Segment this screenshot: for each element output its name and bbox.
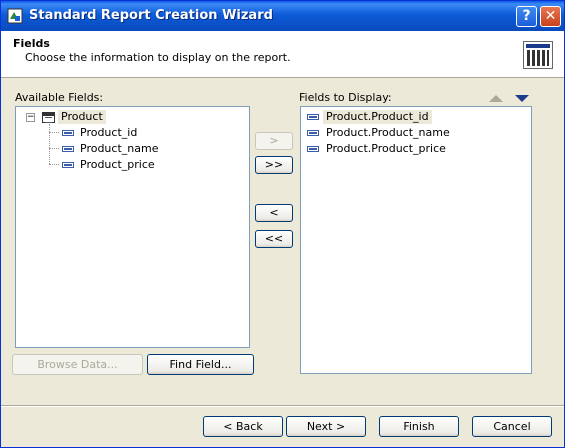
remove-field-button[interactable]: < bbox=[255, 204, 293, 222]
cancel-button[interactable]: Cancel bbox=[472, 416, 552, 437]
add-field-button[interactable]: > bbox=[255, 132, 293, 150]
window-title: Standard Report Creation Wizard bbox=[29, 8, 273, 23]
field-icon bbox=[307, 114, 319, 120]
move-down-icon[interactable] bbox=[515, 95, 529, 102]
title-bar[interactable]: Standard Report Creation Wizard ? ✕ bbox=[1, 1, 564, 31]
remove-all-fields-button[interactable]: << bbox=[255, 230, 293, 248]
add-all-fields-button[interactable]: >> bbox=[255, 156, 293, 174]
field-icon bbox=[307, 130, 319, 136]
next-button[interactable]: Next > bbox=[286, 416, 366, 437]
footer-divider bbox=[1, 405, 564, 407]
display-item-product-price[interactable]: Product.Product_price bbox=[326, 142, 446, 156]
field-item-product-name[interactable]: Product_name bbox=[80, 142, 158, 156]
finish-button[interactable]: Finish bbox=[379, 416, 459, 437]
field-item-product-id[interactable]: Product_id bbox=[80, 126, 137, 140]
report-app-icon bbox=[7, 8, 23, 24]
wizard-window: Standard Report Creation Wizard ? ✕ Fiel… bbox=[0, 0, 565, 448]
display-item-product-name[interactable]: Product.Product_name bbox=[326, 126, 450, 140]
fields-to-display-label: Fields to Display: bbox=[299, 91, 392, 104]
available-fields-label: Available Fields: bbox=[15, 91, 104, 104]
collapse-toggle-icon[interactable]: − bbox=[26, 113, 35, 122]
close-button[interactable]: ✕ bbox=[540, 6, 561, 27]
help-button[interactable]: ? bbox=[516, 6, 537, 27]
fields-to-display-list[interactable]: Product.Product_id Product.Product_name … bbox=[300, 106, 532, 374]
page-title: Fields bbox=[13, 37, 50, 50]
back-button[interactable]: < Back bbox=[203, 416, 283, 437]
field-icon bbox=[62, 146, 74, 152]
display-item-product-id[interactable]: Product.Product_id bbox=[323, 110, 432, 124]
available-fields-list[interactable]: − Product Product_id Product_name Produc… bbox=[15, 106, 250, 348]
field-icon bbox=[307, 146, 319, 152]
field-item-product-price[interactable]: Product_price bbox=[80, 158, 155, 172]
find-field-button[interactable]: Find Field... bbox=[147, 354, 254, 375]
report-fields-icon bbox=[523, 41, 553, 69]
tree-item-product-table[interactable]: Product bbox=[58, 110, 106, 124]
table-icon bbox=[42, 112, 55, 123]
field-icon bbox=[62, 162, 74, 168]
page-subtitle: Choose the information to display on the… bbox=[25, 51, 291, 64]
wizard-header: Fields Choose the information to display… bbox=[1, 31, 564, 78]
move-up-icon[interactable] bbox=[489, 95, 503, 102]
browse-data-button[interactable]: Browse Data... bbox=[12, 354, 143, 375]
field-icon bbox=[62, 130, 74, 136]
